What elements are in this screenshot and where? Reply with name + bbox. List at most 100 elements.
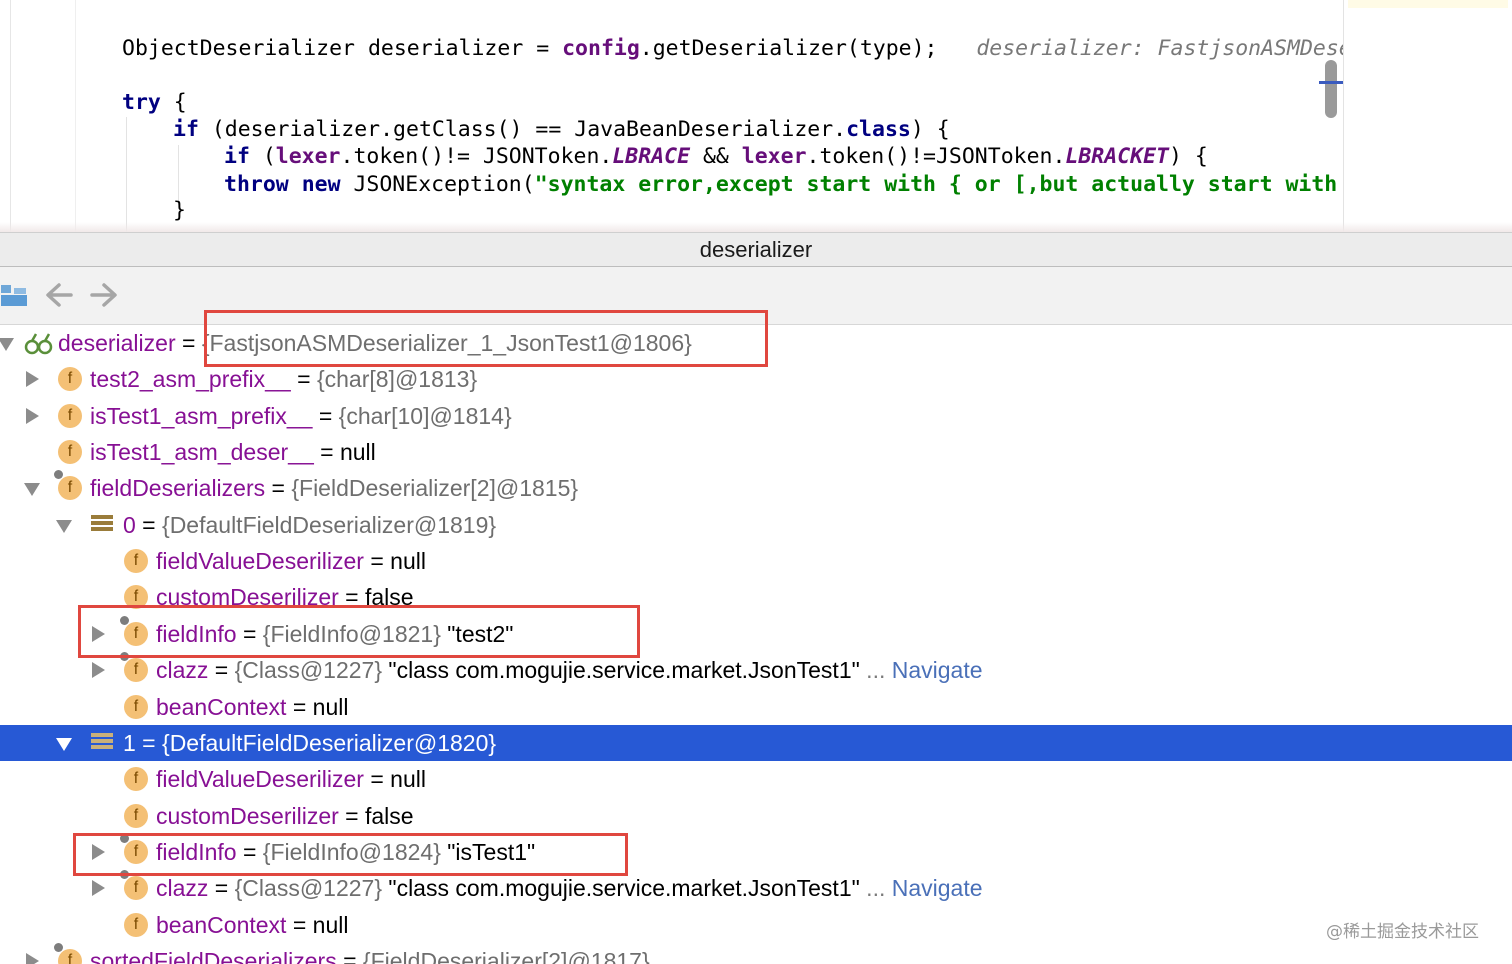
code-field-lexer: lexer (275, 144, 341, 169)
equals-sign: = (286, 911, 313, 938)
code-text: .token()!=JSONToken. (806, 144, 1066, 169)
field-icon: f (124, 803, 148, 828)
watches-icon[interactable] (0, 279, 32, 311)
variable-name: isTest1_asm_deser__ (90, 439, 314, 466)
variable-name: deserializer (58, 330, 176, 356)
field-final-icon: f (120, 870, 148, 901)
code-text: (deserializer.getClass() == JavaBeanDese… (198, 117, 847, 142)
tree-row[interactable]: f isTest1_asm_deser__ = null (0, 434, 1512, 470)
code-text: JSONException( (340, 172, 535, 197)
final-marker-icon (54, 470, 63, 480)
highlight-box-deserializer (204, 310, 768, 367)
editor-side-panel (1344, 0, 1512, 232)
tree-row-text: fieldDeserializers = {FieldDeserializer[… (90, 473, 578, 503)
tree-row-text: sortedFieldDeserializers = {FieldDeseria… (90, 946, 650, 964)
collapse-arrow-icon[interactable] (56, 519, 72, 533)
field-final-icon: f (54, 470, 82, 501)
back-arrow-icon[interactable] (43, 279, 75, 311)
tree-row-text: 1 = {DefaultFieldDeserializer@1820} (123, 728, 496, 758)
expand-arrow-icon[interactable] (26, 952, 39, 964)
code-string-literal: "syntax error,except start with { or [,b… (534, 172, 1364, 197)
tree-row-text: clazz = {Class@1227} "class com.mogujie.… (156, 873, 983, 903)
tree-row-text: test2_asm_prefix__ = {char[8]@1813} (90, 364, 477, 394)
field-icon: f (124, 694, 148, 719)
expand-arrow-icon[interactable] (92, 880, 105, 897)
code-text: ( (249, 144, 276, 169)
forward-arrow-icon[interactable] (88, 279, 120, 311)
keyword-class: class (846, 117, 911, 142)
object-reference: {FieldDeserializer[2]@1815} (291, 475, 579, 502)
tree-row-text: beanContext = null (156, 692, 348, 722)
tree-row-text: fieldValueDeserilizer = null (156, 546, 426, 576)
editor-gutter-divider (75, 0, 76, 232)
variable-name: test2_asm_prefix__ (90, 366, 291, 393)
indent-guide (126, 117, 127, 232)
equals-sign: = (265, 475, 292, 502)
equals-sign: = (208, 875, 235, 902)
tree-row[interactable]: 0 = {DefaultFieldDeserializer@1819} (0, 507, 1512, 543)
ellipsis: ... (859, 875, 886, 902)
expand-arrow-icon[interactable] (92, 662, 105, 679)
variable-value: "class com.mogujie.service.market.JsonTe… (382, 875, 860, 902)
variable-name: fieldValueDeserilizer (156, 548, 364, 575)
collapse-arrow-icon[interactable] (56, 737, 72, 751)
variable-name: clazz (156, 657, 209, 684)
tree-row[interactable]: f isTest1_asm_prefix__ = {char[10]@1814} (0, 398, 1512, 434)
equals-sign: = (336, 947, 363, 964)
variable-value: null (339, 439, 376, 466)
code-static-lbracket: LBRACKET (1065, 144, 1169, 169)
field-icon: f (58, 367, 82, 392)
scrollbar-position-marker (1319, 81, 1343, 84)
code-text: .getDeserializer(type); (639, 36, 938, 61)
tree-row[interactable]: f fieldValueDeserilizer = null (0, 761, 1512, 797)
tree-row-text: fieldValueDeserilizer = null (156, 764, 426, 794)
code-text: ) { (910, 117, 950, 142)
object-reference: {char[10]@1814} (338, 402, 512, 429)
keyword-try: try (122, 90, 161, 115)
ellipsis: ... (859, 657, 886, 684)
variable-name: sortedFieldDeserializers (90, 947, 337, 964)
navigate-link[interactable]: Navigate (885, 657, 983, 683)
object-reference: {Class@1227} (234, 657, 383, 684)
equals-sign: = (312, 402, 339, 429)
watermark: @稀土掘金技术社区 (1326, 922, 1479, 942)
tree-row[interactable]: f fieldValueDeserilizer = null (0, 543, 1512, 579)
object-reference: {FieldDeserializer[2]@1817} (362, 947, 650, 964)
indent-guide (178, 145, 179, 205)
object-reference: {DefaultFieldDeserializer@1820} (162, 729, 497, 756)
code-text: && (690, 144, 742, 169)
object-reference: {Class@1227} (234, 875, 383, 902)
editor-scrollbar-thumb[interactable] (1325, 60, 1337, 118)
tree-row[interactable]: f customDeserilizer = false (0, 798, 1512, 834)
collapse-arrow-icon[interactable] (0, 338, 14, 351)
equals-sign: = (135, 729, 163, 756)
tree-row[interactable]: 1 = {DefaultFieldDeserializer@1820} (0, 724, 1512, 761)
final-marker-icon (54, 942, 63, 952)
code-line-1: ObjectDeserializer deserializer = config… (122, 36, 1378, 62)
expand-arrow-icon[interactable] (26, 407, 39, 424)
code-text: ObjectDeserializer deserializer = (122, 36, 563, 61)
code-editor[interactable]: ObjectDeserializer deserializer = config… (0, 0, 1512, 232)
tree-row-text: beanContext = null (156, 910, 348, 940)
variable-name: beanContext (156, 693, 287, 720)
code-line-2: try { (122, 90, 187, 116)
navigate-link[interactable]: Navigate (885, 875, 983, 901)
code-field-config: config (562, 36, 640, 61)
tree-row-text: clazz = {Class@1227} "class com.mogujie.… (156, 655, 983, 685)
equals-sign: = (363, 766, 391, 793)
object-reference: {char[8]@1813} (316, 366, 478, 393)
code-field-lexer: lexer (741, 144, 807, 169)
tree-row[interactable]: f fieldDeserializers = {FieldDeserializer… (0, 470, 1512, 506)
code-line-6: } (173, 198, 186, 224)
expand-arrow-icon[interactable] (26, 371, 39, 388)
code-text: } (173, 198, 186, 223)
field-final-icon: f (120, 652, 148, 683)
tree-row[interactable]: f beanContext = null (0, 689, 1512, 725)
popup-title-bar[interactable]: deserializer (0, 232, 1512, 267)
tree-row[interactable]: f beanContext = null (0, 907, 1512, 943)
keyword-new: new (301, 172, 341, 197)
collapse-arrow-icon[interactable] (24, 483, 40, 497)
field-icon: f (124, 767, 148, 792)
watch-glasses-icon (24, 331, 54, 355)
tree-row[interactable]: f sortedFieldDeserializers = {FieldDeseri… (0, 942, 1512, 964)
